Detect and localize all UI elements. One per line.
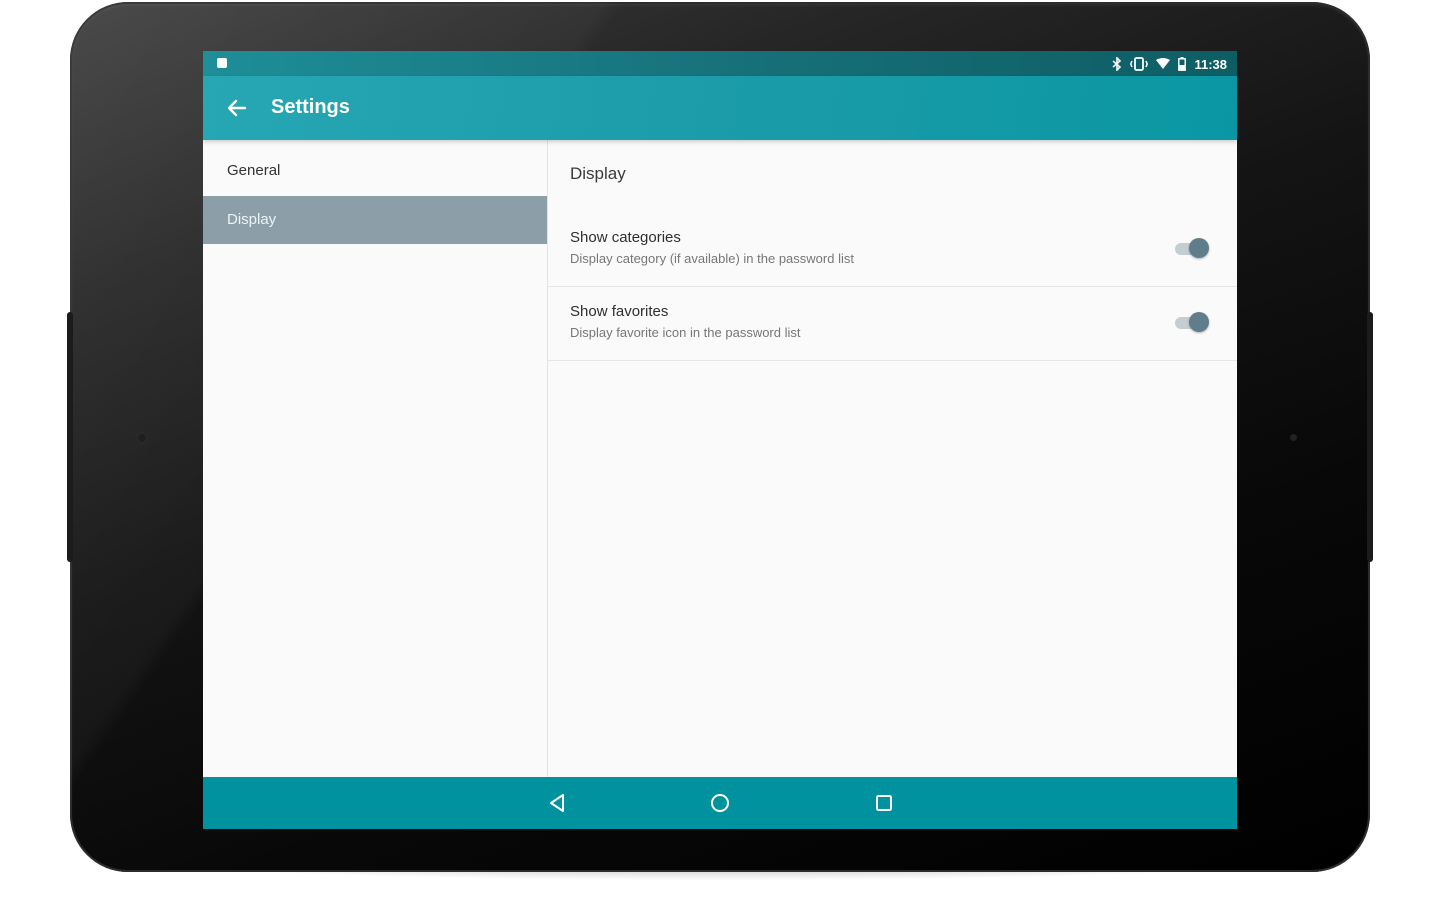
show-categories-switch[interactable]	[1175, 238, 1209, 260]
header-item-general[interactable]: General	[203, 147, 547, 195]
switch-thumb	[1189, 312, 1209, 332]
nav-back-button[interactable]	[541, 788, 573, 818]
switch-thumb	[1189, 238, 1209, 258]
tablet-frame: 11:38 Settings General Display Display S…	[67, 2, 1373, 872]
back-button[interactable]	[223, 94, 251, 122]
app-bar: Settings	[203, 76, 1237, 140]
pref-summary: Display favorite icon in the password li…	[570, 325, 801, 340]
pref-summary: Display category (if available) in the p…	[570, 251, 854, 266]
nav-recents-button[interactable]	[868, 788, 900, 818]
pref-title: Show categories	[570, 229, 681, 246]
pref-show-categories[interactable]: Show categories Display category (if ava…	[548, 213, 1237, 287]
row-divider	[548, 360, 1237, 361]
bluetooth-icon	[1112, 57, 1122, 71]
light-sensor	[1290, 434, 1297, 441]
recents-icon	[876, 795, 892, 811]
front-camera	[136, 432, 148, 444]
status-time: 11:38	[1194, 56, 1227, 72]
battery-icon	[1178, 57, 1187, 71]
status-icons: 11:38	[1112, 55, 1227, 73]
page-title: Settings	[271, 96, 350, 118]
home-icon	[711, 794, 729, 812]
nav-home-button[interactable]	[704, 788, 736, 818]
vibrate-icon	[1130, 57, 1149, 71]
wifi-icon	[1156, 58, 1171, 70]
category-title: Display	[570, 164, 626, 183]
status-bar: 11:38	[203, 51, 1237, 76]
navigation-bar	[203, 777, 1237, 829]
display-settings-pane: Display Show categories Display category…	[548, 140, 1237, 777]
settings-headers-pane: General Display	[203, 140, 547, 777]
header-item-display[interactable]: Display	[203, 196, 547, 244]
side-button-left	[67, 312, 73, 562]
side-button-right	[1367, 312, 1373, 562]
notification-icon	[217, 58, 227, 68]
back-icon	[550, 794, 564, 812]
pref-show-favorites[interactable]: Show favorites Display favorite icon in …	[548, 287, 1237, 361]
show-favorites-switch[interactable]	[1175, 312, 1209, 334]
arrow-back-icon	[227, 99, 247, 117]
screen: 11:38 Settings General Display Display S…	[203, 51, 1237, 829]
pref-title: Show favorites	[570, 303, 669, 320]
